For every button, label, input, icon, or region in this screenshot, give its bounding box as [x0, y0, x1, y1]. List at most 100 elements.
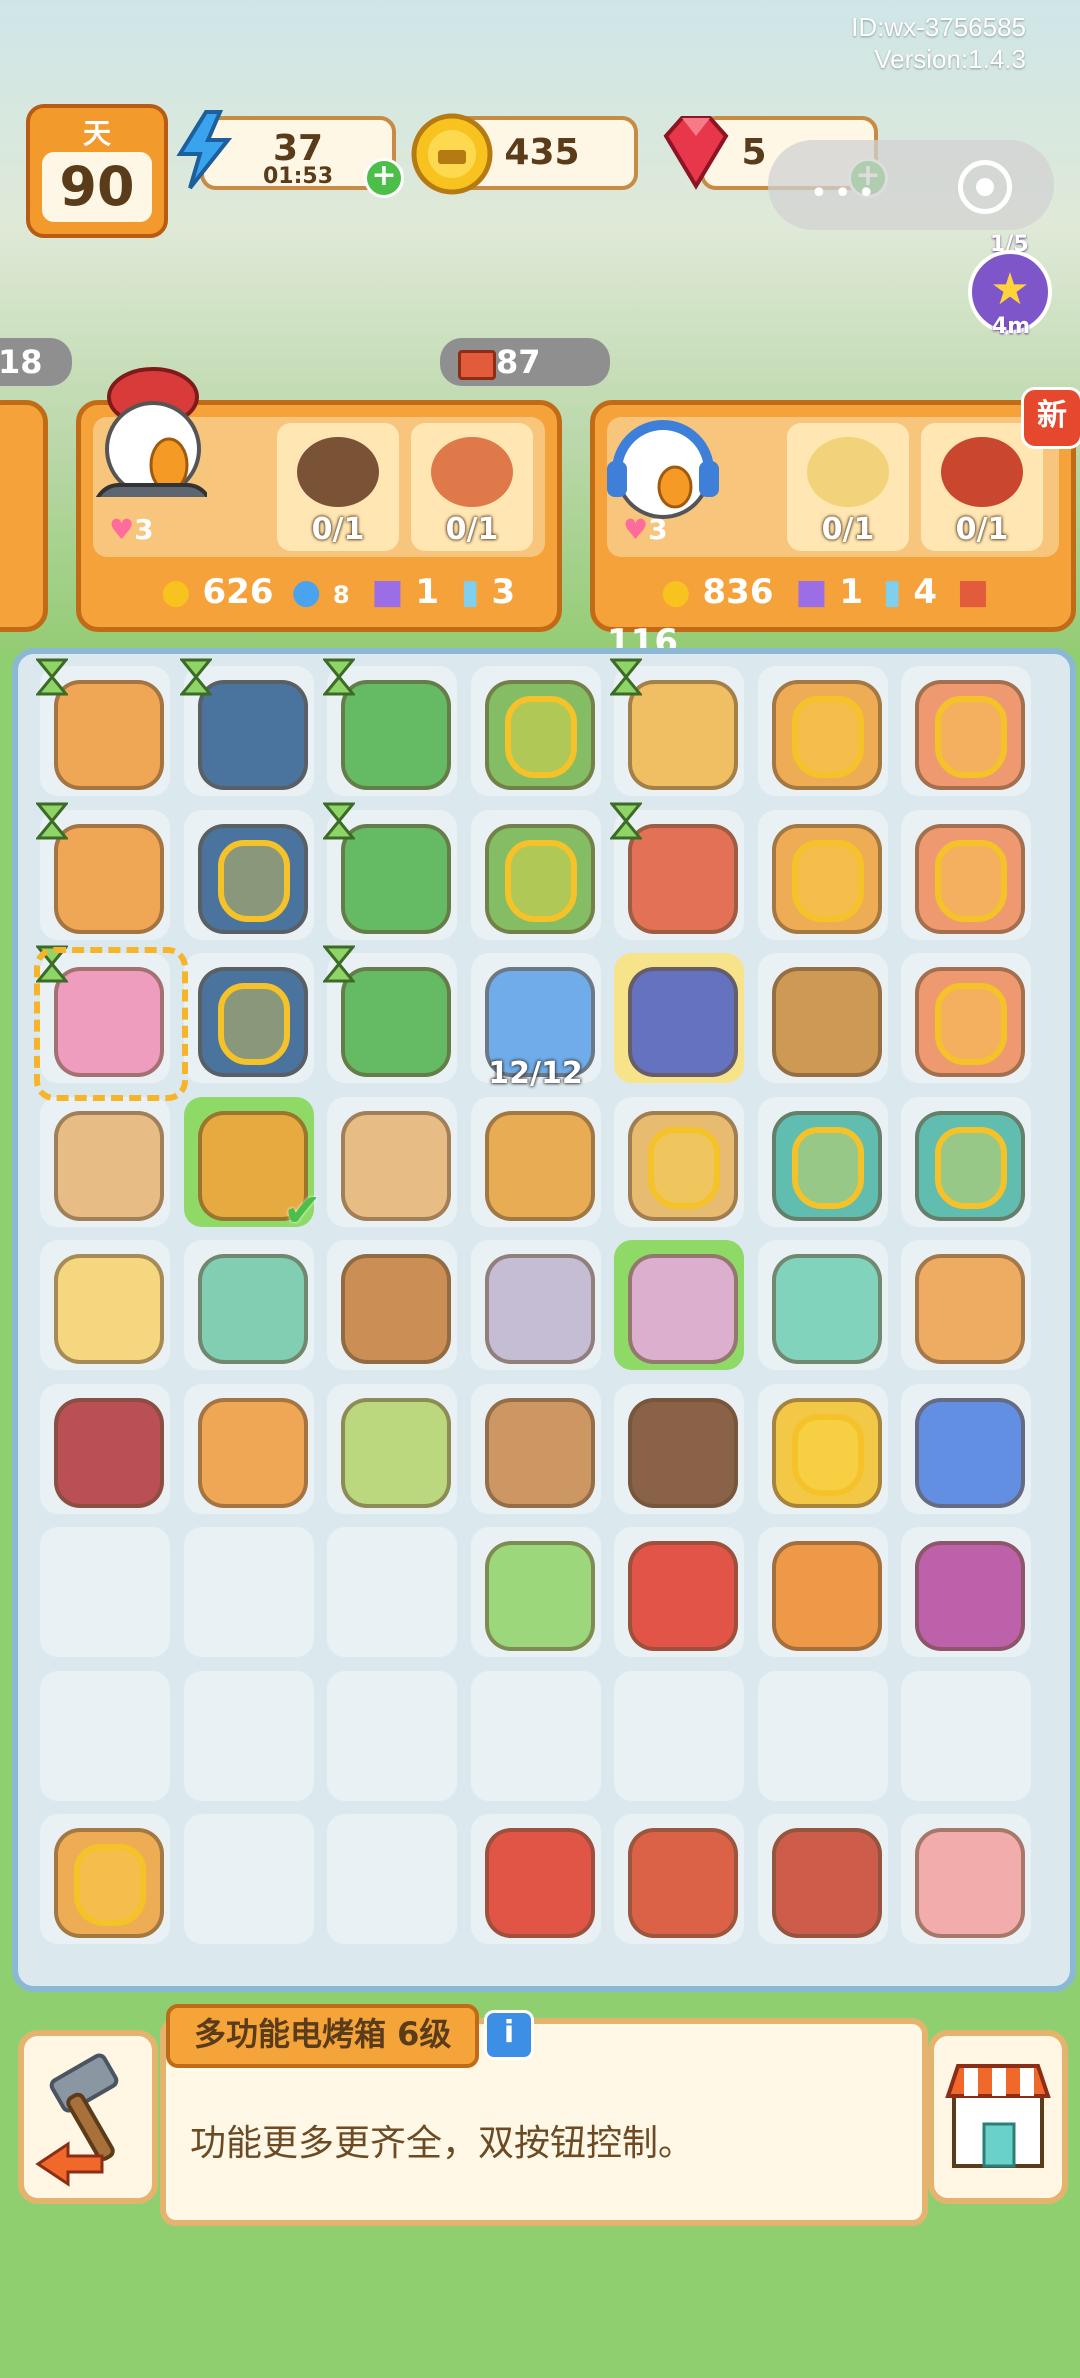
apple-icon[interactable]: [484, 1828, 595, 1938]
info-button[interactable]: i: [484, 2010, 534, 2060]
board-cell[interactable]: ✔: [183, 1096, 322, 1237]
order-2-dish-1[interactable]: 0/1: [787, 423, 909, 551]
board-cell[interactable]: [610, 658, 744, 796]
carrot-icon[interactable]: [771, 1541, 882, 1651]
beer-icon[interactable]: [54, 1254, 164, 1364]
tea-cup-icon[interactable]: [484, 1110, 595, 1221]
board-cell[interactable]: [40, 1383, 170, 1514]
more-icon[interactable]: •••: [810, 176, 881, 211]
board-cell[interactable]: [614, 1096, 744, 1227]
board-cell[interactable]: [183, 1383, 314, 1514]
board-cell[interactable]: [327, 1527, 457, 1657]
board-cell[interactable]: [901, 1240, 1031, 1370]
board-cell[interactable]: [901, 809, 1031, 940]
board-cell[interactable]: [36, 802, 170, 940]
board-cell[interactable]: [757, 1096, 888, 1227]
sell-hammer-button[interactable]: [18, 2030, 158, 2204]
shrimp-icon[interactable]: [197, 1254, 308, 1364]
board-cell[interactable]: [40, 1096, 170, 1227]
board-cell[interactable]: [470, 1096, 601, 1227]
onion-icon[interactable]: [915, 1541, 1025, 1651]
stove-icon[interactable]: [341, 680, 451, 790]
fish-icon[interactable]: [915, 1397, 1025, 1508]
order-card-1[interactable]: ♥3 0/1 0/1 ● 626 ● 8 ■ 1 ▮ 3: [76, 367, 562, 632]
order-1-dish-2[interactable]: 0/1: [411, 423, 533, 551]
board-cell[interactable]: [757, 1814, 888, 1944]
board-cell[interactable]: [327, 1670, 457, 1801]
board-cell[interactable]: [323, 658, 457, 796]
iced-coffee-icon[interactable]: [341, 1254, 451, 1364]
board-cell[interactable]: [183, 1670, 314, 1801]
chili-icon[interactable]: [628, 1541, 738, 1651]
board-cell[interactable]: [901, 666, 1031, 796]
board-cell[interactable]: [36, 658, 170, 796]
board-cell[interactable]: [327, 1240, 457, 1370]
menu-capsule[interactable]: •••: [768, 140, 1054, 230]
board-cell[interactable]: [757, 1670, 888, 1801]
board-cell[interactable]: [470, 1383, 601, 1514]
board-cell[interactable]: [183, 1527, 314, 1657]
shop-button[interactable]: [928, 2030, 1068, 2204]
clam-icon[interactable]: [771, 1254, 882, 1364]
close-target-icon[interactable]: [958, 160, 1012, 214]
oyster-icon[interactable]: [484, 1254, 595, 1364]
board-cell[interactable]: [614, 1383, 744, 1514]
board-cell[interactable]: [327, 1383, 457, 1514]
board-cell[interactable]: [757, 666, 888, 796]
dumpling-bag-icon[interactable]: [341, 1397, 451, 1508]
cutting-board-icon[interactable]: [54, 680, 164, 790]
board-cell[interactable]: [323, 802, 457, 940]
board-cell[interactable]: [327, 1096, 457, 1227]
board-cell[interactable]: [614, 1814, 744, 1944]
board-cell[interactable]: [470, 1240, 601, 1370]
lettuce-icon[interactable]: [484, 1541, 595, 1651]
sausage-icon[interactable]: [628, 1828, 738, 1938]
board-cell[interactable]: [901, 1670, 1031, 1801]
board-cell[interactable]: [40, 1527, 170, 1657]
grill-icon[interactable]: [628, 823, 738, 934]
energy-add-button[interactable]: +: [364, 158, 404, 198]
board-cell[interactable]: [40, 1670, 170, 1801]
veg-crate-icon[interactable]: [771, 967, 882, 1077]
board-cell[interactable]: [757, 809, 888, 940]
garlic-icon[interactable]: [628, 1254, 738, 1364]
conch-icon[interactable]: [915, 1254, 1025, 1364]
board-cell[interactable]: [323, 945, 457, 1083]
order-card-2[interactable]: ♥3 0/1 0/1 新 ● 836 ■ 1 ▮ 4 ■ 116: [590, 387, 1080, 662]
board-cell[interactable]: [901, 1383, 1031, 1514]
coffee-beans-icon[interactable]: [628, 1397, 738, 1508]
board-cell[interactable]: [470, 1527, 601, 1657]
board-cell[interactable]: [901, 1096, 1031, 1227]
knife-board-icon[interactable]: [54, 823, 164, 934]
board-cell[interactable]: [757, 1527, 888, 1657]
board-cell[interactable]: [757, 953, 888, 1083]
stove-icon[interactable]: [341, 823, 451, 934]
board-cell[interactable]: [183, 1814, 314, 1944]
board-cell[interactable]: [901, 953, 1031, 1083]
order-1-dish-1[interactable]: 0/1: [277, 423, 399, 551]
board-cell[interactable]: [614, 1527, 744, 1657]
wine-glass-icon[interactable]: [54, 1397, 164, 1508]
board-cell[interactable]: [470, 1670, 601, 1801]
board-cell[interactable]: 12/12: [470, 953, 601, 1091]
board-cell[interactable]: [40, 1240, 170, 1370]
latte-icon[interactable]: [54, 1110, 164, 1221]
potato-icon[interactable]: [484, 1397, 595, 1508]
board-cell[interactable]: [757, 1240, 888, 1370]
toaster-oven-icon[interactable]: [197, 680, 308, 790]
cup-noodle-icon[interactable]: [197, 1397, 308, 1508]
board-cell[interactable]: [327, 1814, 457, 1944]
bacon-icon[interactable]: [771, 1828, 882, 1938]
ham-icon[interactable]: [915, 1828, 1025, 1938]
board-cell[interactable]: [183, 1240, 314, 1370]
board-cell[interactable]: [757, 1383, 888, 1514]
board-cell[interactable]: [183, 809, 314, 940]
board-cell[interactable]: [470, 666, 601, 796]
board-cell[interactable]: [610, 802, 744, 940]
board-cell[interactable]: [614, 1670, 744, 1801]
board-cell[interactable]: [470, 809, 601, 940]
board-cell[interactable]: [470, 1814, 601, 1944]
order-card-partial[interactable]: [0, 400, 48, 632]
board-cell[interactable]: [179, 658, 314, 796]
board-cell[interactable]: [901, 1527, 1031, 1657]
